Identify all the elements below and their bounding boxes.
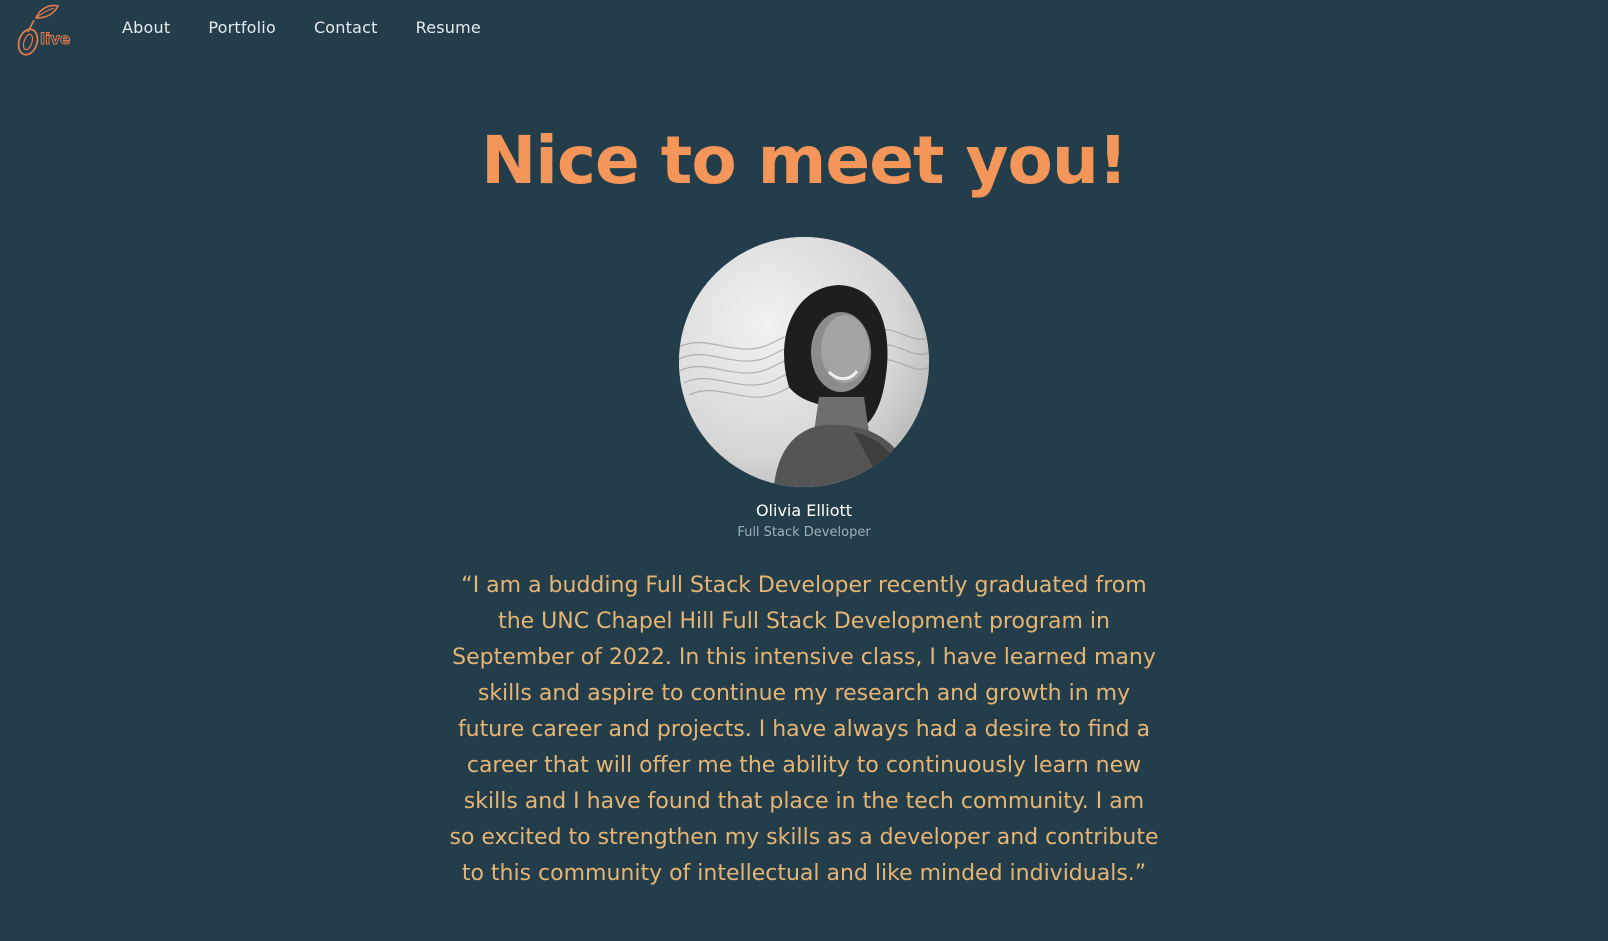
- profile-role: Full Stack Developer: [737, 525, 871, 540]
- main-nav: About Portfolio Contact Resume: [122, 16, 481, 40]
- page: live About Portfolio Contact Resume Nice…: [0, 0, 1608, 941]
- svg-text:live: live: [40, 30, 70, 48]
- nav-contact-link[interactable]: Contact: [314, 16, 378, 40]
- nav-resume-link[interactable]: Resume: [416, 16, 481, 40]
- profile-name: Olivia Elliott: [755, 501, 853, 520]
- olive-logo[interactable]: live: [14, 2, 74, 58]
- page-headline: Nice to meet you!: [481, 122, 1128, 199]
- nav-portfolio-link[interactable]: Portfolio: [208, 16, 276, 40]
- nav-about-link[interactable]: About: [122, 16, 170, 40]
- olive-logo-icon: live: [17, 4, 71, 56]
- about-quote: “I am a budding Full Stack Developer rec…: [449, 573, 1159, 886]
- profile-photo: [679, 237, 929, 487]
- profile-photo-image: [679, 237, 929, 487]
